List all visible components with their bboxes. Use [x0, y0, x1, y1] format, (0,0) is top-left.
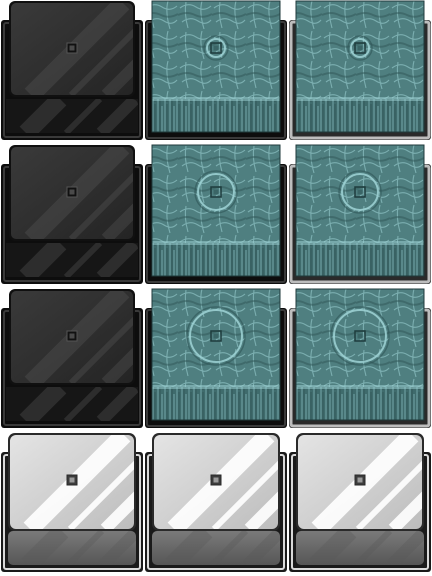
tile-water-r0-c2 — [288, 0, 432, 144]
tile-dark-glass-r0-c0 — [0, 0, 144, 144]
waterfall — [152, 99, 280, 132]
center-square-icon — [66, 42, 78, 54]
waterfall — [152, 243, 280, 276]
tile-water-r0-c1 — [144, 0, 288, 144]
tile-graphic — [289, 288, 431, 428]
center-square-icon — [210, 474, 222, 486]
water-edge — [296, 241, 424, 245]
waterfall — [296, 99, 424, 132]
tile-graphic — [145, 144, 287, 284]
tile-graphic — [1, 1, 143, 140]
center-square-icon — [354, 474, 366, 486]
waterfall — [296, 387, 424, 420]
waterfall — [152, 387, 280, 420]
tile-graphic — [1, 433, 143, 572]
tile-graphic — [1, 145, 143, 284]
tile-dark-glass-r2-c0 — [0, 288, 144, 432]
tile-dark-glass-r1-c0 — [0, 144, 144, 288]
tile-graphic — [145, 433, 287, 572]
tile-water-r1-c2 — [288, 144, 432, 288]
center-square-icon — [66, 474, 78, 486]
water-edge — [152, 241, 280, 245]
tile-graphic — [1, 289, 143, 428]
tile-light-glass-r3-c0 — [0, 432, 144, 576]
waterfall — [296, 243, 424, 276]
tile-graphic — [289, 0, 431, 140]
tile-graphic — [145, 0, 287, 140]
tile-graphic — [145, 288, 287, 428]
tile-sprite-sheet — [0, 0, 432, 576]
water-edge — [152, 97, 280, 101]
center-square-icon — [66, 186, 78, 198]
water-edge — [296, 385, 424, 389]
tile-water-r1-c1 — [144, 144, 288, 288]
tile-graphic — [289, 144, 431, 284]
tile-light-glass-r3-c1 — [144, 432, 288, 576]
tile-light-glass-r3-c2 — [288, 432, 432, 576]
water-edge — [152, 385, 280, 389]
tile-water-r2-c1 — [144, 288, 288, 432]
water-edge — [296, 97, 424, 101]
center-square-icon — [66, 330, 78, 342]
tile-water-r2-c2 — [288, 288, 432, 432]
tile-graphic — [289, 433, 431, 572]
